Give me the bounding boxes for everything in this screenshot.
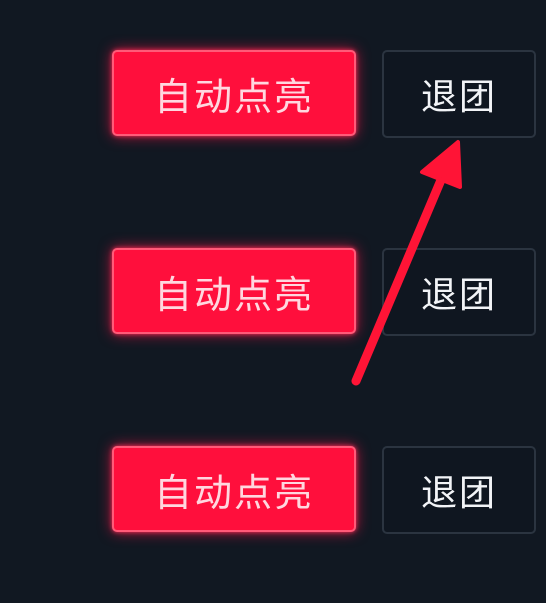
- group-row: 自动点亮 退团: [0, 246, 546, 338]
- group-row: 自动点亮 退团: [0, 48, 546, 140]
- auto-light-button[interactable]: 自动点亮: [112, 446, 356, 532]
- auto-light-button[interactable]: 自动点亮: [112, 248, 356, 334]
- arrow-head: [420, 140, 462, 189]
- quit-group-button[interactable]: 退团: [382, 50, 536, 138]
- quit-group-button[interactable]: 退团: [382, 446, 536, 534]
- auto-light-button[interactable]: 自动点亮: [112, 50, 356, 136]
- group-row: 自动点亮 退团: [0, 444, 546, 536]
- quit-group-button[interactable]: 退团: [382, 248, 536, 336]
